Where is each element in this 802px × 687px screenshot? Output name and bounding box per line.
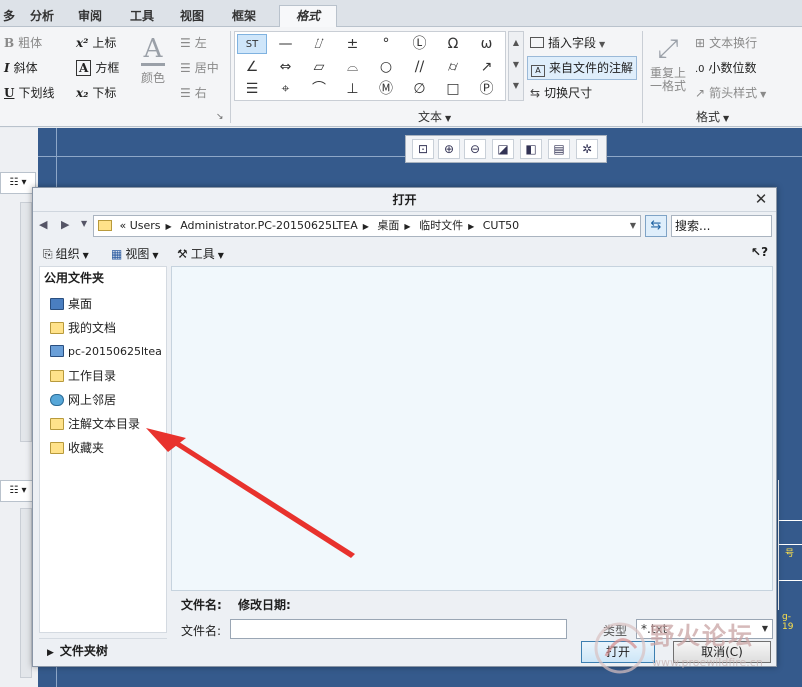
watermark-text: 野火论坛 <box>650 622 754 650</box>
watermark-logo <box>594 622 646 674</box>
watermark-url: www.proewildfire.cn <box>652 656 763 669</box>
annotation-arrow <box>146 428 355 558</box>
forum-watermark: 野火论坛 www.proewildfire.cn <box>592 612 802 687</box>
